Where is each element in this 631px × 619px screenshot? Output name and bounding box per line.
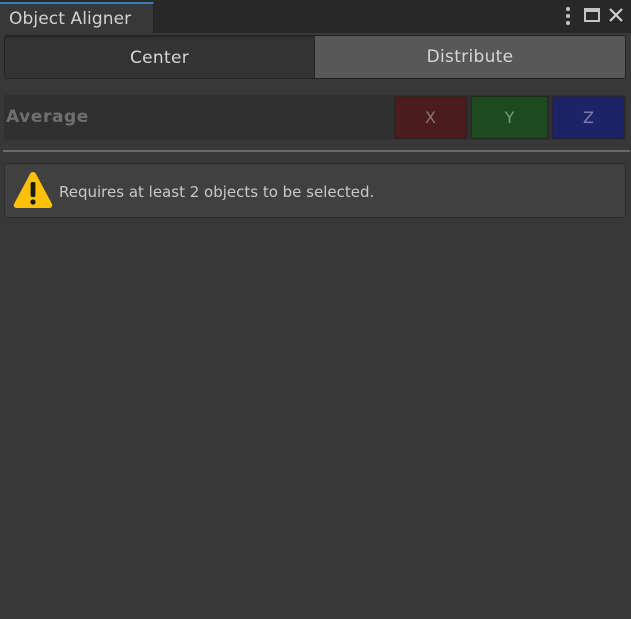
average-row: Average X Y Z — [4, 95, 626, 140]
tab-title: Object Aligner — [9, 9, 132, 29]
warning-icon — [13, 172, 53, 208]
close-icon[interactable] — [607, 6, 625, 26]
mode-toolbar: Center Distribute — [4, 35, 626, 79]
axis-z-button[interactable]: Z — [552, 96, 625, 139]
help-box: Requires at least 2 objects to be select… — [4, 163, 626, 218]
center-button[interactable]: Center — [5, 36, 315, 78]
divider — [3, 150, 630, 152]
help-message: Requires at least 2 objects to be select… — [59, 183, 375, 201]
tab-object-aligner[interactable]: Object Aligner — [0, 2, 154, 33]
more-vertical-icon[interactable] — [559, 6, 577, 26]
object-aligner-window: Object Aligner Center Distribute Average… — [0, 0, 631, 619]
tab-strip: Object Aligner — [0, 0, 631, 33]
maximize-icon[interactable] — [583, 6, 601, 26]
axis-x-button[interactable]: X — [394, 96, 467, 139]
average-label: Average — [6, 107, 89, 127]
axis-y-button[interactable]: Y — [471, 96, 548, 139]
distribute-button[interactable]: Distribute — [315, 36, 625, 78]
